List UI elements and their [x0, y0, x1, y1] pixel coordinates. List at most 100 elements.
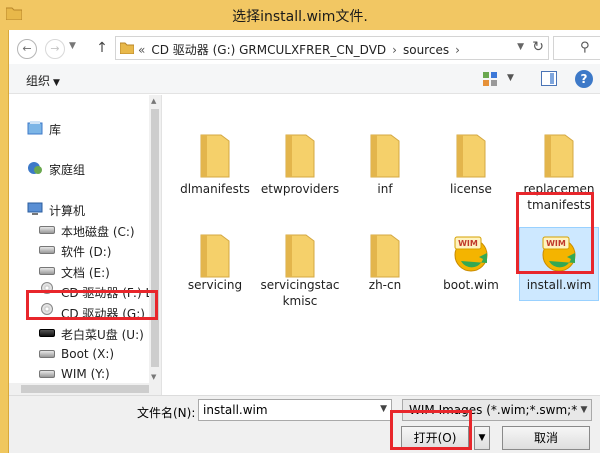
cancel-button[interactable]: 取消: [502, 426, 590, 450]
file-name: install.wim: [526, 278, 592, 292]
pane-divider[interactable]: [161, 95, 162, 395]
drive-icon: [39, 226, 55, 234]
wim-badge: WIM: [546, 239, 566, 248]
folder-icon: [200, 134, 230, 178]
breadcrumb: « CD 驱动器 (G:) GRMCULXFRER_CN_DVD › sources ›: [138, 41, 466, 58]
recent-locations-dropdown-icon[interactable]: ▼: [69, 41, 76, 51]
computer-icon: [27, 202, 43, 215]
toolbar: 组织 ▼ ▼ ?: [9, 64, 600, 94]
file-name: etwproviders: [260, 182, 340, 196]
cd-drive-icon: [41, 303, 53, 315]
file-name: replacementmanifests: [523, 182, 595, 212]
filename-label: 文件名(N):: [137, 406, 196, 420]
filename-input[interactable]: install.wim ▼: [198, 399, 392, 421]
navigation-pane: 库 家庭组 计算机 本地磁盘 (C:) 软件 (D:) 文档 (E:) CD 驱…: [9, 95, 161, 383]
file-name: dlmanifests: [180, 182, 250, 196]
usb-drive-icon: [39, 329, 55, 337]
breadcrumb-sources[interactable]: sources: [403, 43, 449, 57]
file-item-servicing[interactable]: servicing: [175, 227, 255, 307]
file-item-replacementmanifests[interactable]: replacementmanifests: [519, 127, 599, 227]
open-options-dropdown-icon[interactable]: ▼: [474, 426, 490, 450]
filetype-value: WIM Images (*.wim;*.swm;*.e: [409, 403, 589, 417]
folder-icon: [456, 134, 486, 178]
file-dialog: ← → ▼ ↑ « CD 驱动器 (G:) GRMCULXFRER_CN_DVD ›…: [8, 30, 600, 453]
forward-button[interactable]: →: [45, 39, 65, 59]
cd-drive-icon: [41, 282, 53, 294]
title-bar: 选择install.wim文件.: [0, 0, 600, 30]
folder-icon: [120, 42, 134, 54]
sidebar-item-label: CD 驱动器 (G:) C: [61, 307, 158, 321]
scroll-down-icon[interactable]: ▼: [151, 373, 156, 381]
scroll-thumb[interactable]: [151, 109, 159, 367]
search-input[interactable]: ⚲: [553, 36, 600, 60]
file-item-etwproviders[interactable]: etwproviders: [260, 127, 340, 217]
breadcrumb-separator[interactable]: ›: [392, 43, 397, 57]
open-button[interactable]: 打开(O): [401, 426, 469, 450]
breadcrumb-separator[interactable]: ›: [455, 43, 460, 57]
file-item-inf[interactable]: inf: [345, 127, 425, 217]
file-item-dlmanifests[interactable]: dlmanifests: [175, 127, 255, 217]
wim-file-icon: WIM: [454, 236, 488, 272]
organize-label: 组织: [26, 74, 51, 88]
chevron-down-icon[interactable]: ▼: [577, 400, 591, 420]
file-item-install-wim[interactable]: WIM install.wim: [519, 227, 599, 307]
filetype-select[interactable]: WIM Images (*.wim;*.swm;*.e ▼: [402, 399, 592, 421]
file-name: license: [450, 182, 492, 196]
help-icon[interactable]: ?: [575, 70, 593, 88]
view-options-dropdown-icon[interactable]: ▼: [507, 73, 514, 83]
breadcrumb-overflow[interactable]: «: [138, 43, 145, 57]
navigation-bar: ← → ▼ ↑ « CD 驱动器 (G:) GRMCULXFRER_CN_DVD ›…: [9, 30, 600, 64]
folder-icon: [370, 134, 400, 178]
preview-pane-icon[interactable]: [541, 71, 557, 86]
up-button[interactable]: ↑: [93, 39, 111, 57]
sidebar-vertical-scrollbar[interactable]: ▲ ▼: [149, 95, 161, 383]
drive-icon: [39, 246, 55, 254]
wim-file-icon: WIM: [542, 236, 576, 272]
file-name: inf: [377, 182, 393, 196]
chevron-down-icon: ▼: [53, 78, 60, 88]
file-item-license[interactable]: license: [431, 127, 511, 217]
file-name: servicingstackmisc: [260, 278, 340, 308]
breadcrumb-drive[interactable]: CD 驱动器 (G:) GRMCULXFRER_CN_DVD: [151, 43, 386, 57]
file-name: boot.wim: [443, 278, 499, 292]
sidebar-item-label: Boot (X:): [61, 347, 115, 361]
change-view-icon[interactable]: [483, 72, 499, 86]
back-button[interactable]: ←: [17, 39, 37, 59]
folder-icon: [544, 134, 574, 178]
address-bar[interactable]: « CD 驱动器 (G:) GRMCULXFRER_CN_DVD › sources ›…: [115, 36, 549, 60]
sidebar-item-label: 本地磁盘 (C:): [61, 225, 135, 239]
scroll-up-icon[interactable]: ▲: [151, 97, 156, 105]
sidebar-item-label: 文档 (E:): [61, 266, 110, 280]
sidebar-item-label: CD 驱动器 (F:) L: [61, 286, 153, 300]
dialog-footer: 文件名(N): install.wim ▼ WIM Images (*.wim;…: [9, 395, 600, 453]
folder-icon: [370, 234, 400, 278]
address-dropdown-icon[interactable]: ▼: [517, 42, 524, 52]
sidebar-item-label: WIM (Y:): [61, 367, 110, 381]
refresh-icon[interactable]: ↻: [532, 39, 544, 55]
chevron-down-icon[interactable]: ▼: [380, 404, 387, 414]
sidebar-item-label: 老白菜U盘 (U:): [61, 328, 144, 342]
drive-icon: [39, 370, 55, 378]
filename-value: install.wim: [203, 403, 268, 417]
file-item-zh-cn[interactable]: zh-cn: [345, 227, 425, 307]
wim-badge: WIM: [458, 239, 478, 248]
sidebar-item-label: 家庭组: [49, 163, 86, 177]
sidebar-item-label: 计算机: [49, 204, 86, 218]
organize-menu[interactable]: 组织 ▼: [26, 72, 60, 89]
file-name: zh-cn: [368, 278, 402, 292]
window-title: 选择install.wim文件.: [232, 9, 368, 25]
file-name: servicing: [187, 278, 243, 292]
file-list: dlmanifests etwproviders inf license rep…: [163, 95, 600, 395]
drive-icon: [39, 350, 55, 358]
file-item-servicingstackmisc[interactable]: servicingstackmisc: [260, 227, 340, 308]
sidebar-horizontal-scrollbar[interactable]: [9, 383, 161, 395]
sidebar-item-label: 库: [49, 123, 62, 137]
drive-icon: [39, 267, 55, 275]
folder-icon: [200, 234, 230, 278]
folder-icon: [285, 134, 315, 178]
library-icon: [27, 121, 43, 135]
sidebar-item-label: 软件 (D:): [61, 245, 112, 259]
scroll-thumb[interactable]: [21, 385, 149, 393]
file-item-boot-wim[interactable]: WIM boot.wim: [431, 227, 511, 307]
homegroup-icon: [28, 162, 42, 174]
